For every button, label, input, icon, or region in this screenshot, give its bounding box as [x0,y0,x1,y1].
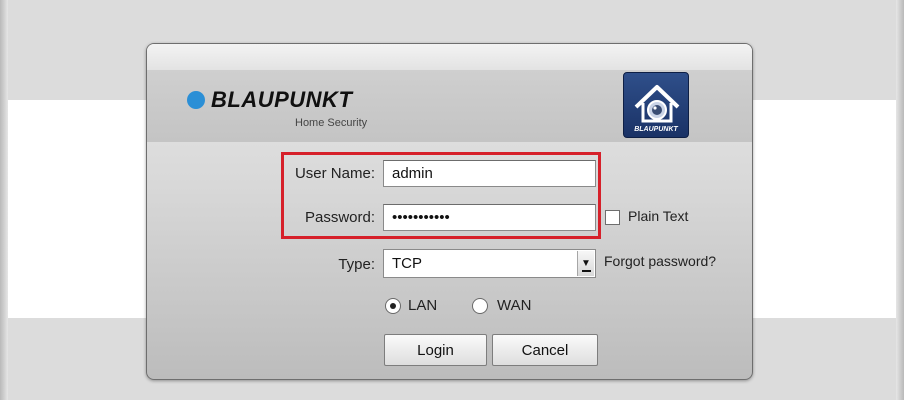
forgot-password-link[interactable]: Forgot password? [604,253,716,269]
dialog-top-strip [147,44,752,70]
window-edge-left [0,0,8,400]
connection-type-select[interactable]: TCP ▼ [383,249,596,278]
brand-subtitle: Home Security [295,117,368,129]
login-dialog: BLAUPUNKT Home Security BLAUPUNKT User N… [146,43,753,380]
brand-name: BLAUPUNKT [211,87,353,112]
cancel-button[interactable]: Cancel [492,334,598,366]
credentials-highlight-box [281,152,601,239]
lan-radio[interactable] [385,298,401,314]
lan-radio-label: LAN [408,297,438,314]
plain-text-label: Plain Text [628,208,689,224]
login-button[interactable]: Login [384,334,487,366]
window-edge-right [896,0,904,400]
plain-text-checkbox[interactable] [605,210,620,225]
app-icon-label: BLAUPUNKT [634,126,678,133]
brand-dot-icon [187,91,205,109]
wan-radio[interactable] [472,298,488,314]
brand-logo: BLAUPUNKT [187,87,353,112]
connection-type-value: TCP [392,255,422,272]
type-label: Type: [338,256,375,273]
wan-radio-label: WAN [497,297,532,314]
home-camera-icon: BLAUPUNKT [623,72,689,138]
chevron-down-icon[interactable]: ▼ [577,251,594,276]
